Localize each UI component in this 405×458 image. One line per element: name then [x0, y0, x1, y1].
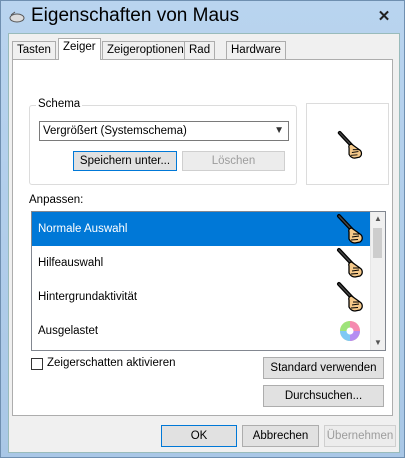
- dialog-client-area: Tasten Zeiger Zeigeroptionen Rad Hardwar…: [8, 33, 400, 453]
- list-item-normal-select[interactable]: Normale Auswahl: [32, 212, 372, 246]
- hand-pen-cursor-icon: [334, 213, 366, 245]
- cancel-button[interactable]: Abbrechen: [242, 425, 319, 447]
- scheme-group-label: Schema: [36, 98, 83, 110]
- tab-rad[interactable]: Rad: [184, 41, 216, 59]
- mouse-icon: [9, 11, 25, 23]
- scroll-up-arrow-icon[interactable]: ▲: [371, 212, 385, 226]
- scrollbar-thumb[interactable]: [373, 228, 382, 258]
- use-default-button[interactable]: Standard verwenden: [263, 357, 384, 379]
- title-bar[interactable]: Eigenschaften von Maus ✕: [1, 1, 404, 33]
- close-button[interactable]: ✕: [369, 6, 399, 28]
- hand-pen-cursor-icon: [334, 281, 366, 313]
- save-as-button[interactable]: Speichern unter...: [73, 151, 177, 171]
- browse-button[interactable]: Durchsuchen...: [263, 385, 384, 407]
- ok-button[interactable]: OK: [161, 425, 237, 447]
- list-item-busy[interactable]: Ausgelastet: [32, 314, 372, 348]
- tab-tasten[interactable]: Tasten: [12, 41, 56, 59]
- delete-scheme-button[interactable]: Löschen: [182, 151, 285, 171]
- list-item-help-select[interactable]: Hilfeauswahl: [32, 246, 372, 280]
- tab-zeigeroptionen[interactable]: Zeigeroptionen: [102, 41, 189, 59]
- pointer-shadow-label: Zeigerschatten aktivieren: [47, 357, 176, 369]
- customize-label: Anpassen:: [29, 194, 84, 206]
- window-title: Eigenschaften von Maus: [31, 5, 240, 26]
- mouse-properties-window: Eigenschaften von Maus ✕ Tasten Zeiger Z…: [0, 0, 405, 458]
- tab-hardware[interactable]: Hardware: [226, 41, 286, 59]
- pointer-tab-panel: Schema Vergrößert (Systemschema) ▼ Speic…: [12, 59, 393, 416]
- cursor-list[interactable]: Normale Auswahl Hilfeauswahl Hintergrund…: [31, 211, 386, 351]
- scheme-dropdown[interactable]: Vergrößert (Systemschema) ▼: [39, 121, 289, 141]
- pointer-shadow-checkbox[interactable]: [31, 358, 43, 370]
- list-item-label: Hintergrundaktivität: [38, 291, 138, 303]
- list-item-label: Ausgelastet: [38, 325, 99, 337]
- busy-spinner-icon: [340, 321, 360, 341]
- list-item-working-in-background[interactable]: Hintergrundaktivität: [32, 280, 372, 314]
- list-item-label: Hilfeauswahl: [38, 257, 104, 269]
- scheme-selected-value: Vergrößert (Systemschema): [43, 125, 187, 137]
- apply-button[interactable]: Übernehmen: [324, 425, 396, 447]
- chevron-down-icon: ▼: [274, 125, 284, 136]
- cursor-preview-box: [306, 103, 389, 185]
- hand-pen-cursor-icon: [334, 247, 366, 279]
- hand-pen-cursor-icon: [335, 130, 365, 160]
- scroll-down-arrow-icon[interactable]: ▼: [371, 336, 385, 350]
- list-item-label: Normale Auswahl: [38, 223, 128, 235]
- tab-zeiger[interactable]: Zeiger: [58, 38, 101, 60]
- scheme-group: Schema: [29, 98, 297, 185]
- list-scrollbar[interactable]: ▲ ▼: [370, 212, 385, 350]
